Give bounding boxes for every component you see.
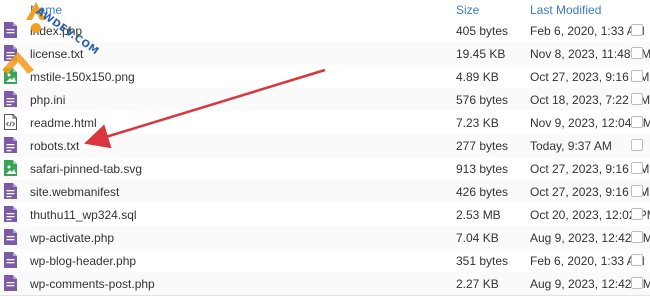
file-name[interactable]: readme.html xyxy=(30,116,97,130)
file-name[interactable]: wp-comments-post.php xyxy=(30,277,155,291)
file-row[interactable]: mstile-150x150.png 4.89 KB Oct 27, 2023, 9… xyxy=(0,65,650,89)
column-header-name[interactable]: Name xyxy=(30,3,62,17)
file-row[interactable]: index.php 405 bytes Feb 6, 2020, 1:33 AM xyxy=(0,19,650,43)
row-select-checkbox[interactable] xyxy=(631,93,643,105)
text-file-icon xyxy=(4,137,17,153)
row-select-checkbox[interactable] xyxy=(631,47,643,59)
file-size: 351 bytes xyxy=(456,254,509,268)
row-select-checkbox[interactable] xyxy=(631,231,643,243)
image-file-icon xyxy=(4,68,17,84)
file-name[interactable]: mstile-150x150.png xyxy=(30,70,135,84)
file-size: 426 bytes xyxy=(456,185,509,199)
file-row[interactable]: readme.html 7.23 KB Nov 9, 2023, 12:04 PM xyxy=(0,111,650,135)
file-row[interactable]: site.webmanifest 426 bytes Oct 27, 2023, 9… xyxy=(0,180,650,204)
file-size: 913 bytes xyxy=(456,162,509,176)
text-file-icon xyxy=(4,183,17,199)
file-name[interactable]: index.php xyxy=(30,24,82,38)
row-select-checkbox[interactable] xyxy=(631,185,643,197)
file-row[interactable]: wp-blog-header.php 351 bytes Feb 6, 2020, … xyxy=(0,249,650,273)
column-header-last-modified[interactable]: Last Modified xyxy=(530,3,601,17)
file-size: 7.23 KB xyxy=(456,116,499,130)
file-last-modified: Today, 9:37 AM xyxy=(530,139,612,153)
row-select-checkbox[interactable] xyxy=(631,139,643,151)
row-select-checkbox[interactable] xyxy=(631,162,643,174)
row-select-checkbox[interactable] xyxy=(631,254,643,266)
row-select-checkbox[interactable] xyxy=(631,24,643,36)
file-list-header: Name Size Last Modified xyxy=(0,0,650,20)
file-name[interactable]: php.ini xyxy=(30,93,65,107)
column-header-size[interactable]: Size xyxy=(456,3,479,17)
file-size: 2.27 KB xyxy=(456,277,499,291)
row-select-checkbox[interactable] xyxy=(631,277,643,289)
file-size: 405 bytes xyxy=(456,24,509,38)
file-size: 277 bytes xyxy=(456,139,509,153)
text-file-icon xyxy=(4,91,17,107)
file-row[interactable]: safari-pinned-tab.svg 913 bytes Oct 27, 20… xyxy=(0,157,650,181)
text-file-icon xyxy=(4,206,17,222)
file-size: 19.45 KB xyxy=(456,47,506,61)
file-row[interactable]: wp-comments-post.php 2.27 KB Aug 9, 2023, … xyxy=(0,272,650,296)
file-row[interactable]: license.txt 19.45 KB Nov 8, 2023, 11:48 AM xyxy=(0,42,650,66)
php-file-icon xyxy=(4,275,17,291)
file-last-modified: Feb 6, 2020, 1:33 AM xyxy=(530,254,645,268)
file-size: 7.04 KB xyxy=(456,231,499,245)
file-row[interactable]: thuthu11_wp324.sql 2.53 MB Oct 20, 2023, 1… xyxy=(0,203,650,227)
file-row[interactable]: wp-activate.php 7.04 KB Aug 9, 2023, 12:42… xyxy=(0,226,650,250)
file-name[interactable]: site.webmanifest xyxy=(30,185,119,199)
php-file-icon xyxy=(4,252,17,268)
html-file-icon xyxy=(4,114,17,130)
file-size: 4.89 KB xyxy=(456,70,499,84)
file-name[interactable]: thuthu11_wp324.sql xyxy=(30,208,137,222)
file-last-modified: Feb 6, 2020, 1:33 AM xyxy=(530,24,645,38)
row-select-checkbox[interactable] xyxy=(631,70,643,82)
file-name[interactable]: safari-pinned-tab.svg xyxy=(30,162,142,176)
file-name[interactable]: wp-activate.php xyxy=(30,231,114,245)
text-file-icon xyxy=(4,45,17,61)
file-name[interactable]: robots.txt xyxy=(30,139,79,153)
php-file-icon xyxy=(4,229,17,245)
file-size: 576 bytes xyxy=(456,93,509,107)
row-select-checkbox[interactable] xyxy=(631,116,643,128)
row-select-checkbox[interactable] xyxy=(631,208,643,220)
file-size: 2.53 MB xyxy=(456,208,501,222)
file-name[interactable]: license.txt xyxy=(30,47,83,61)
file-name[interactable]: wp-blog-header.php xyxy=(30,254,136,268)
file-row[interactable]: php.ini 576 bytes Oct 18, 2023, 7:22 PM xyxy=(0,88,650,112)
file-row[interactable]: robots.txt 277 bytes Today, 9:37 AM xyxy=(0,134,650,158)
image-file-icon xyxy=(4,160,17,176)
php-file-icon xyxy=(4,22,17,38)
